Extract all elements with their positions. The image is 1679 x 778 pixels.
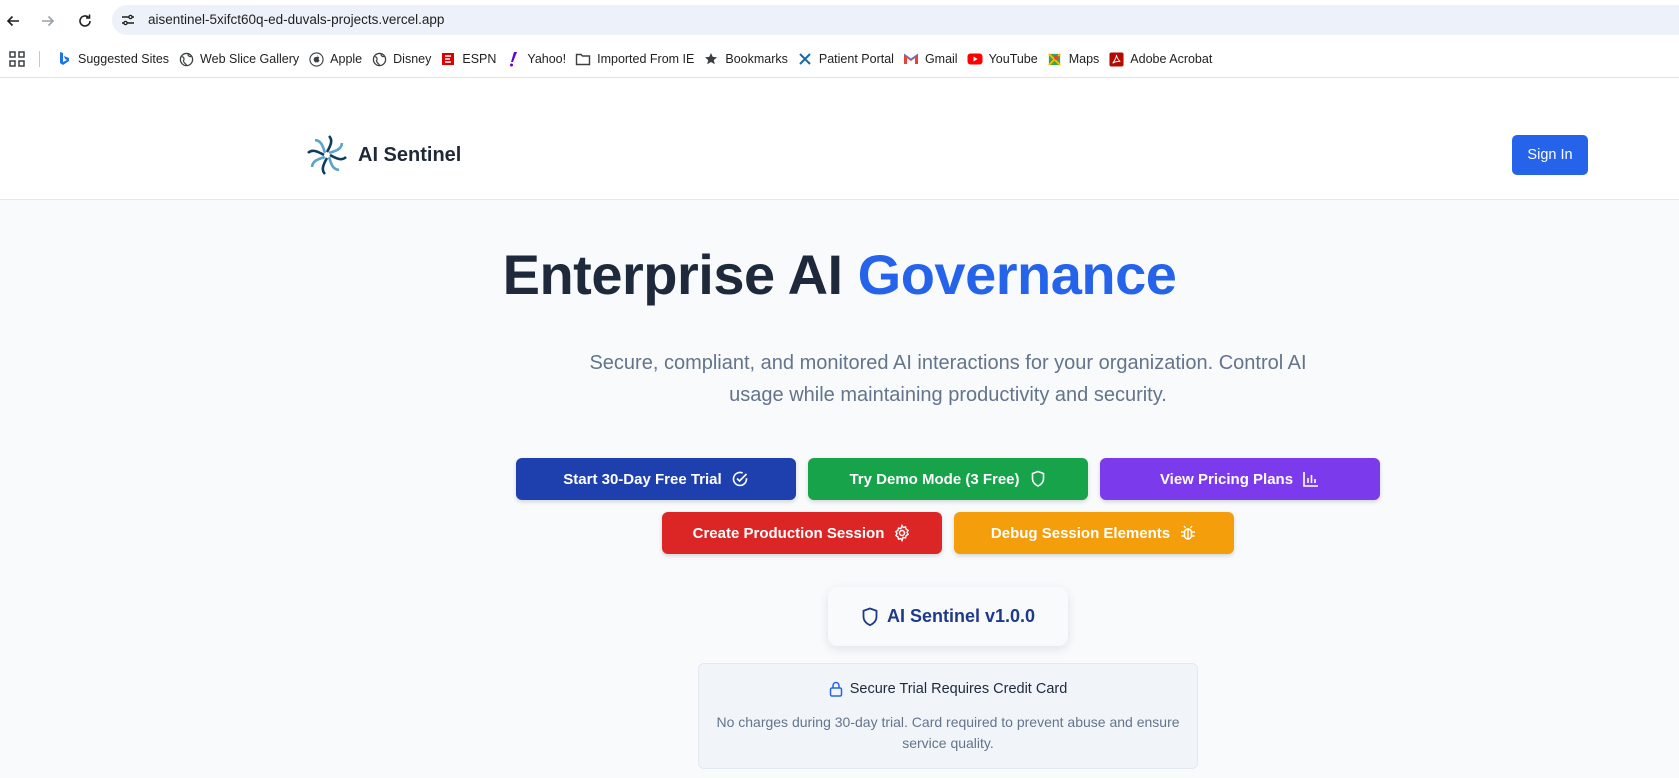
bookmark-disney[interactable]: Disney [369,45,438,73]
bar-chart-icon [1302,470,1320,488]
youtube-icon [967,51,983,67]
back-icon[interactable] [1,9,25,33]
view-pricing-button[interactable]: View Pricing Plans [1100,458,1380,500]
site-header: AI Sentinel Sign In [0,78,1679,200]
bookmarks-bar: Suggested Sites Web Slice Gallery Apple … [0,40,1679,78]
start-trial-button[interactable]: Start 30-Day Free Trial [516,458,796,500]
start-trial-label: Start 30-Day Free Trial [563,470,722,488]
bookmark-patient-portal[interactable]: Patient Portal [795,45,901,73]
create-production-label: Create Production Session [692,524,885,542]
folder-icon [575,51,591,67]
try-demo-button[interactable]: Try Demo Mode (3 Free) [808,458,1088,500]
bookmark-adobe-acrobat[interactable]: Adobe Acrobat [1106,45,1219,73]
lock-icon [829,681,842,697]
hero-title: Enterprise AI Governance [0,242,1679,307]
bookmark-bookmarks[interactable]: Bookmarks [701,45,795,73]
apps-grid-icon[interactable] [8,50,26,68]
logo-icon [307,135,347,175]
globe-icon [178,51,194,67]
brand[interactable]: AI Sentinel [306,134,461,176]
espn-icon [440,51,456,67]
bing-icon [56,51,72,67]
gmail-icon [903,51,919,67]
address-bar[interactable]: aisentinel-5xifct60q-ed-duvals-projects.… [112,5,1679,35]
hero-title-accent: Governance [857,243,1177,306]
hero-subtitle: Secure, compliant, and monitored AI inte… [589,352,1307,406]
gear-icon [893,524,911,542]
notice-body: No charges during 30-day trial. Card req… [716,714,1180,751]
bookmark-youtube[interactable]: YouTube [965,45,1045,73]
notice-title: Secure Trial Requires Credit Card [849,681,1068,697]
hero-title-main: Enterprise AI [502,243,858,306]
bookmark-espn[interactable]: ESPN [438,45,503,73]
shield-icon [1029,470,1047,488]
debug-session-label: Debug Session Elements [990,524,1171,542]
credit-card-notice: Secure Trial Requires Credit Card No cha… [698,663,1198,769]
bookmarks-divider [39,51,40,67]
url-text: aisentinel-5xifct60q-ed-duvals-projects.… [148,12,445,27]
debug-session-elements-button[interactable]: Debug Session Elements [954,512,1234,554]
view-pricing-label: View Pricing Plans [1159,470,1294,488]
bookmark-suggested-sites[interactable]: Suggested Sites [54,45,176,73]
check-circle-icon [731,470,749,488]
version-badge: AI Sentinel v1.0.0 [828,587,1068,646]
create-production-session-button[interactable]: Create Production Session [662,512,942,554]
bookmark-gmail[interactable]: Gmail [901,45,965,73]
bookmark-apple[interactable]: Apple [306,45,369,73]
forward-icon[interactable] [36,9,60,33]
bookmark-imported-from-ie[interactable]: Imported From IE [573,45,701,73]
maps-icon [1047,51,1063,67]
bookmark-maps[interactable]: Maps [1045,45,1107,73]
site-settings-icon[interactable] [117,9,139,31]
bookmark-yahoo[interactable]: Yahoo! [503,45,573,73]
acrobat-icon [1108,51,1124,67]
sign-in-button[interactable]: Sign In [1512,135,1588,175]
bug-icon [1179,524,1197,542]
apple-icon [308,51,324,67]
globe-icon [371,51,387,67]
yahoo-icon [505,51,521,67]
x-icon [797,51,813,67]
bookmark-web-slice-gallery[interactable]: Web Slice Gallery [176,45,306,73]
shield-icon [862,607,878,626]
browser-toolbar: aisentinel-5xifct60q-ed-duvals-projects.… [0,0,1679,40]
star-icon [703,51,719,67]
reload-icon[interactable] [73,9,97,33]
brand-name: AI Sentinel [358,143,462,166]
version-label: AI Sentinel v1.0.0 [886,606,1036,626]
try-demo-label: Try Demo Mode (3 Free) [849,470,1020,488]
